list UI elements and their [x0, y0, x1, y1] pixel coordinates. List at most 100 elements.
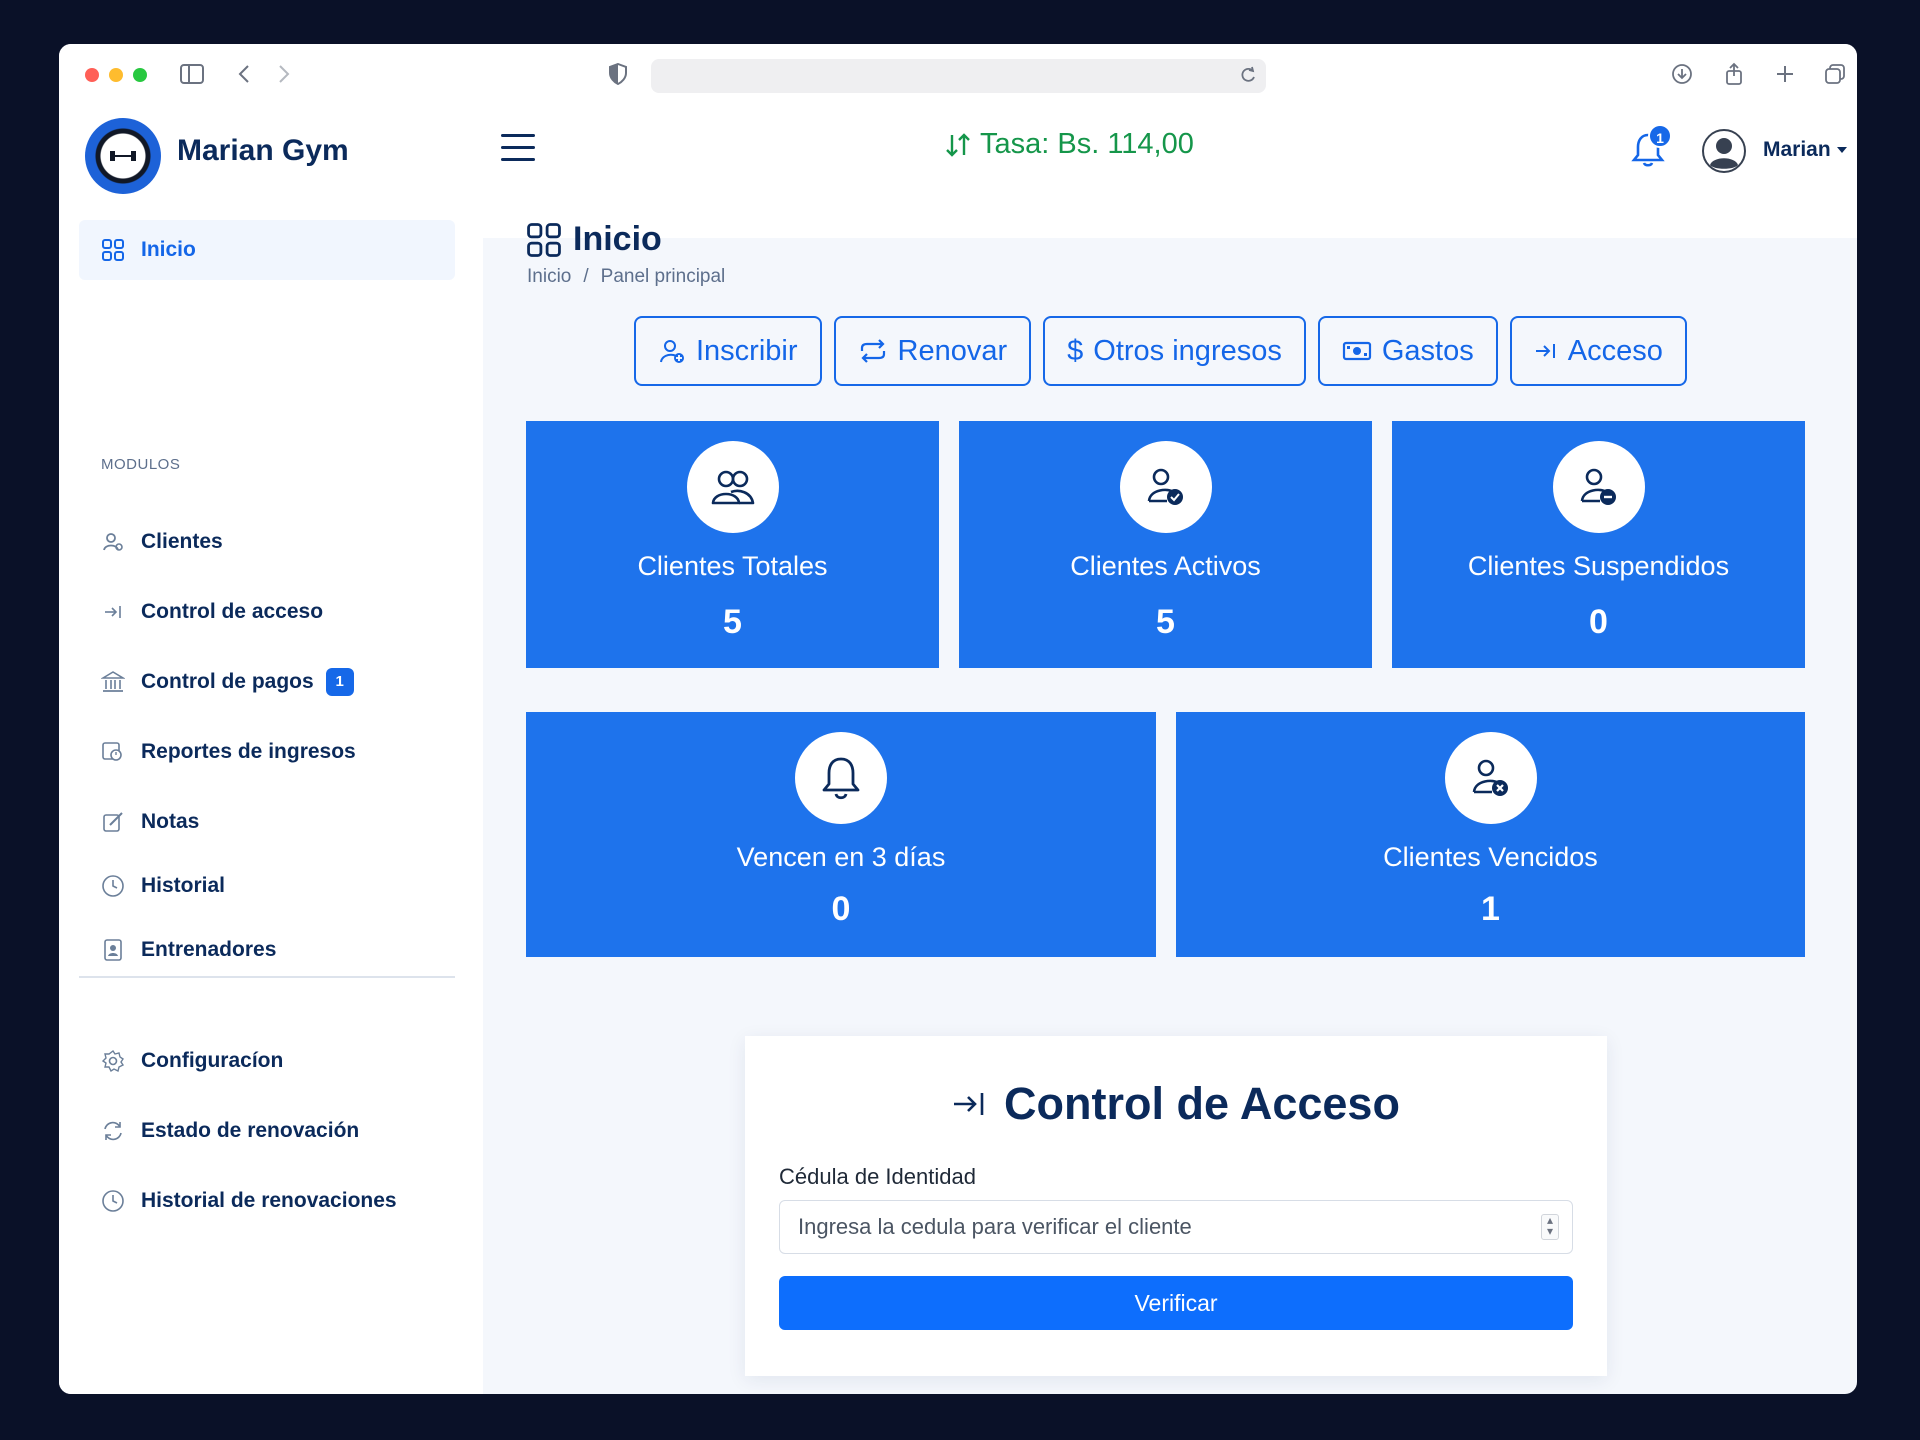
verificar-button[interactable]: Verificar: [779, 1276, 1573, 1330]
stat-card-clientes-totales[interactable]: Clientes Totales 5: [526, 421, 939, 668]
stat-card-clientes-vencidos[interactable]: Clientes Vencidos 1: [1176, 712, 1805, 957]
id-badge-icon: [101, 938, 125, 962]
user-check-icon: [1119, 441, 1212, 533]
sidebar-item-historial-de-renovaciones[interactable]: Historial de renovaciones: [79, 1171, 455, 1231]
number-stepper-icon[interactable]: ▴ ▾: [1541, 1214, 1559, 1240]
renovar-button[interactable]: Renovar: [833, 316, 1032, 386]
sidebar-item-label: Clientes: [141, 530, 223, 553]
menu-toggle-button[interactable]: [501, 134, 535, 164]
gastos-label: Gastos: [1381, 334, 1474, 367]
sidebar-item-label: Historial: [141, 874, 226, 897]
cedula-input[interactable]: [779, 1200, 1573, 1254]
stat-card-clientes-activos[interactable]: Clientes Activos 5: [959, 421, 1372, 668]
hamburger-bar: [501, 158, 535, 161]
gear-icon: [101, 1049, 125, 1073]
cedula-label: Cédula de Identidad: [779, 1164, 976, 1189]
bell-icon: [795, 732, 887, 824]
exchange-rate: Tasa: Bs. 114,00: [944, 128, 1194, 161]
sidebar-item-label: Reportes de ingresos: [141, 740, 356, 763]
download-icon[interactable]: [1669, 61, 1695, 87]
user-menu[interactable]: Marian: [1763, 138, 1847, 162]
acceso-label: Acceso: [1567, 334, 1663, 367]
hamburger-bar: [501, 146, 535, 149]
window-controls: [85, 68, 147, 82]
stat-label: Vencen en 3 días: [736, 842, 946, 872]
login-arrow-icon: [1535, 344, 1555, 358]
renovar-label: Renovar: [897, 334, 1008, 367]
stat-value: 0: [1589, 603, 1608, 641]
refresh-icon: [101, 1119, 125, 1143]
browser-toolbar: [59, 44, 1857, 104]
tabs-overview-icon[interactable]: [1822, 61, 1848, 87]
sidebar-item-configuracion[interactable]: Configuracíon: [79, 1031, 455, 1091]
users-icon: [686, 441, 779, 533]
sidebar-item-label: Control de pagos: [141, 670, 314, 693]
sidebar-item-notas[interactable]: Notas: [79, 792, 455, 852]
exchange-rate-text: Tasa: Bs. 114,00: [980, 128, 1194, 160]
gym-logo[interactable]: [85, 118, 161, 194]
new-tab-icon[interactable]: [1772, 61, 1798, 87]
sidebar: Inicio MODULOS Clientes Control de acces…: [59, 194, 483, 1394]
acceso-button[interactable]: Acceso: [1509, 316, 1687, 386]
minimize-window-button[interactable]: [109, 68, 123, 82]
login-arrow-icon: [954, 1093, 984, 1115]
dollar-icon: $: [1067, 334, 1084, 367]
chevron-down-icon: [1836, 147, 1847, 153]
swap-vertical-icon: [946, 132, 970, 157]
sidebar-item-historial[interactable]: Historial: [79, 856, 455, 916]
sidebar-item-estado-de-renovacion[interactable]: Estado de renovación: [79, 1101, 455, 1161]
stat-card-clientes-suspendidos[interactable]: Clientes Suspendidos 0: [1392, 421, 1805, 668]
stat-card-vencen-en-3-dias[interactable]: Vencen en 3 días 0: [526, 712, 1156, 957]
sidebar-item-label: Estado de renovación: [141, 1119, 360, 1142]
breadcrumb-current: Panel principal: [600, 266, 726, 287]
close-window-button[interactable]: [85, 68, 99, 82]
page-title-text: Inicio: [573, 220, 662, 258]
sidebar-item-reportes-de-ingresos[interactable]: Reportes de ingresos: [79, 722, 455, 782]
stat-value: 1: [1481, 890, 1500, 928]
user-minus-icon: [1552, 441, 1645, 533]
page-title: Inicio: [527, 220, 662, 259]
breadcrumb-link-inicio[interactable]: Inicio: [527, 266, 571, 288]
sidebar-item-control-de-pagos[interactable]: Control de pagos 1: [79, 652, 455, 712]
inscribir-button[interactable]: Inscribir: [634, 316, 822, 386]
avatar[interactable]: [1701, 128, 1747, 174]
notifications-badge: 1: [1648, 124, 1672, 148]
inscribir-label: Inscribir: [696, 334, 798, 367]
user-name: Marian: [1763, 138, 1831, 161]
dumbbell-icon: [110, 151, 136, 161]
stat-label: Clientes Vencidos: [1383, 842, 1598, 872]
brand-name[interactable]: Marian Gym: [177, 134, 349, 168]
sidebar-section-label: MODULOS: [101, 456, 181, 473]
sidebar-item-entrenadores[interactable]: Entrenadores: [79, 920, 455, 980]
browser-window: Marian Gym Tasa: Bs. 114,00 1 Marian Ini…: [59, 44, 1857, 1394]
maximize-window-button[interactable]: [133, 68, 147, 82]
back-icon[interactable]: [231, 61, 257, 87]
sidebar-item-label: Inicio: [141, 238, 196, 261]
access-control-panel: Control de Acceso Cédula de Identidad ▴▾…: [745, 1036, 1607, 1376]
sidebar-item-label: Control de acceso: [141, 600, 324, 623]
stat-value: 5: [723, 603, 742, 641]
otros-ingresos-button[interactable]: $ Otros ingresos: [1043, 316, 1306, 386]
sidebar-item-inicio[interactable]: Inicio: [79, 220, 455, 280]
breadcrumb-separator: /: [583, 266, 589, 287]
address-bar[interactable]: [651, 59, 1266, 93]
sidebar-item-label: Configuracíon: [141, 1049, 284, 1072]
access-control-title: Control de Acceso: [745, 1078, 1607, 1130]
sidebar-toggle-icon[interactable]: [179, 61, 205, 87]
sidebar-item-label: Notas: [141, 810, 200, 833]
report-icon: [101, 740, 125, 764]
login-arrow-icon: [101, 600, 125, 624]
repeat-icon: [860, 339, 885, 363]
sidebar-item-label: Entrenadores: [141, 938, 277, 961]
users-icon: [101, 530, 125, 554]
bank-icon: [101, 670, 125, 694]
access-control-title-text: Control de Acceso: [1004, 1078, 1400, 1129]
gastos-button[interactable]: Gastos: [1317, 316, 1498, 386]
reload-icon[interactable]: [1238, 65, 1258, 90]
stat-label: Clientes Suspendidos: [1467, 551, 1730, 581]
share-icon[interactable]: [1721, 61, 1747, 87]
sidebar-item-clientes[interactable]: Clientes: [79, 512, 455, 572]
sidebar-item-control-de-acceso[interactable]: Control de acceso: [79, 582, 455, 642]
stat-value: 0: [831, 890, 851, 928]
forward-icon[interactable]: [271, 61, 297, 87]
